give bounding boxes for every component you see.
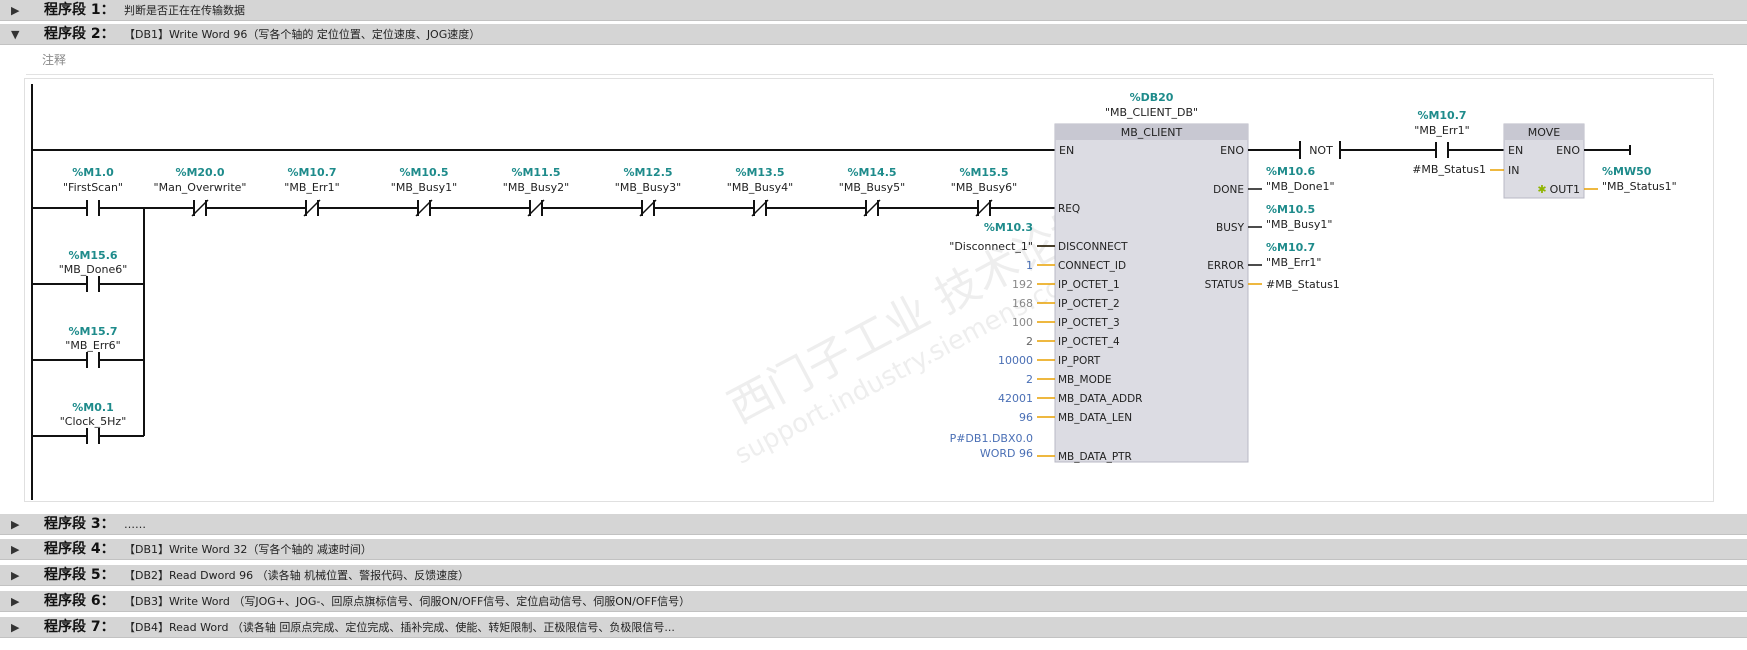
contact-address: %M10.7 xyxy=(287,166,336,179)
input-value: 100 xyxy=(1012,316,1033,329)
contact-address: %M10.5 xyxy=(399,166,448,179)
move-in-value: #MB_Status1 xyxy=(1412,163,1486,176)
segment-title: 程序段 3： xyxy=(44,516,115,532)
output-value: "MB_Busy1" xyxy=(1266,218,1332,231)
add-output-icon[interactable]: ✱ xyxy=(1537,183,1546,196)
contact-tag: "Clock_5Hz" xyxy=(60,415,127,428)
mb-client-title: MB_CLIENT xyxy=(1121,126,1183,139)
expand-arrow-icon[interactable]: ▶ xyxy=(11,591,19,612)
output-value: "MB_Done1" xyxy=(1266,180,1335,193)
input-pin-label: IP_OCTET_4 xyxy=(1058,336,1120,348)
contact-tag: "MB_Busy2" xyxy=(503,181,569,194)
input-value: 10000 xyxy=(998,354,1033,367)
segment-header-7[interactable]: ▶ 程序段 7： 【DB4】Read Word （读各轴 回原点完成、定位完成、… xyxy=(0,617,1747,638)
contact-address: %M15.7 xyxy=(68,325,117,338)
input-pin-label: MB_DATA_LEN xyxy=(1058,412,1132,424)
contact-address: %M1.0 xyxy=(72,166,114,179)
output-value: #MB_Status1 xyxy=(1266,278,1340,291)
input-pin-label: IP_PORT xyxy=(1058,355,1101,367)
segment-desc: …… xyxy=(124,518,146,531)
move-out-value: "MB_Status1" xyxy=(1602,180,1677,193)
contact-address: %M20.0 xyxy=(175,166,224,179)
input-value: P#DB1.DBX0.0 xyxy=(950,432,1033,445)
expand-arrow-icon[interactable]: ▶ xyxy=(11,539,19,560)
contact-tag: "MB_Done6" xyxy=(59,263,128,276)
segment-header-5[interactable]: ▶ 程序段 5： 【DB2】Read Dword 96 （读各轴 机械位置、警报… xyxy=(0,565,1747,586)
input-value: 2 xyxy=(1026,335,1033,348)
move-pin-in: IN xyxy=(1508,164,1519,177)
contact-address: %M15.6 xyxy=(68,249,117,262)
input-value: 42001 xyxy=(998,392,1033,405)
expand-arrow-icon[interactable]: ▶ xyxy=(11,617,19,638)
contact-tag: "MB_Err1" xyxy=(1414,124,1469,137)
contact-address: %M13.5 xyxy=(735,166,784,179)
input-value: 1 xyxy=(1026,259,1033,272)
output-pin-label: STATUS xyxy=(1205,279,1245,291)
contact-address: %M0.1 xyxy=(72,401,113,414)
move-pin-out1: OUT1 xyxy=(1550,183,1580,196)
output-address: %M10.7 xyxy=(1266,241,1315,254)
output-pin-label: BUSY xyxy=(1216,222,1245,234)
input-pin-label: IP_OCTET_2 xyxy=(1058,298,1120,310)
input-pin-label: MB_DATA_PTR xyxy=(1058,451,1132,463)
output-pin-label: DONE xyxy=(1213,184,1244,196)
move-title: MOVE xyxy=(1528,126,1560,139)
input-pin-label: IP_OCTET_1 xyxy=(1058,279,1120,291)
segment-header-4[interactable]: ▶ 程序段 4： 【DB1】Write Word 32（写各个轴的 减速时间） xyxy=(0,539,1747,560)
input-value: 96 xyxy=(1019,411,1033,424)
segment-desc: 【DB2】Read Dword 96 （读各轴 机械位置、警报代码、反馈速度） xyxy=(124,569,470,582)
input-value: 168 xyxy=(1012,297,1033,310)
move-pin-en: EN xyxy=(1508,144,1523,157)
input-pin-label: CONNECT_ID xyxy=(1058,260,1126,272)
contact-tag: "MB_Err6" xyxy=(65,339,120,352)
input-value: WORD 96 xyxy=(980,447,1033,460)
contact-address: %M15.5 xyxy=(959,166,1008,179)
contact-tag: "FirstScan" xyxy=(63,181,123,194)
contact-tag: "MB_Busy1" xyxy=(391,181,457,194)
input-value: "Disconnect_1" xyxy=(949,240,1033,253)
expand-arrow-icon[interactable]: ▶ xyxy=(11,514,19,535)
contact-tag: "MB_Busy4" xyxy=(727,181,793,194)
output-address: %M10.6 xyxy=(1266,165,1315,178)
contact-tag: "Man_Overwrite" xyxy=(154,181,247,194)
move-out-address: %MW50 xyxy=(1602,165,1652,178)
contact-address: %M11.5 xyxy=(511,166,560,179)
move-pin-eno: ENO xyxy=(1556,144,1580,157)
input-pin-label: DISCONNECT xyxy=(1058,241,1128,253)
output-pin-label: ERROR xyxy=(1207,260,1244,272)
not-label: NOT xyxy=(1309,144,1333,157)
expand-arrow-icon[interactable]: ▶ xyxy=(11,565,19,586)
segment-desc: 【DB4】Read Word （读各轴 回原点完成、定位完成、插补完成、使能、转… xyxy=(124,621,675,634)
contact-tag: "MB_Busy3" xyxy=(615,181,681,194)
segment-title: 程序段 4： xyxy=(44,541,115,557)
contact-address: %M10.7 xyxy=(1417,109,1466,122)
input-pin-label: REQ xyxy=(1058,203,1080,215)
output-address: %M10.5 xyxy=(1266,203,1315,216)
db-name: "MB_CLIENT_DB" xyxy=(1105,106,1198,119)
pin-eno: ENO xyxy=(1220,144,1244,157)
contact-tag: "MB_Err1" xyxy=(284,181,339,194)
input-value: 2 xyxy=(1026,373,1033,386)
contact-tag: "MB_Busy6" xyxy=(951,181,1017,194)
segment-title: 程序段 6： xyxy=(44,593,115,609)
input-pin-label: MB_DATA_ADDR xyxy=(1058,393,1142,405)
input-value: 192 xyxy=(1012,278,1033,291)
segment-title: 程序段 5： xyxy=(44,567,115,583)
contact-address: %M14.5 xyxy=(847,166,896,179)
input-pin-label: IP_OCTET_3 xyxy=(1058,317,1120,329)
contact-tag: "MB_Busy5" xyxy=(839,181,905,194)
input-pin-label: MB_MODE xyxy=(1058,374,1112,386)
db-address: %DB20 xyxy=(1130,91,1174,104)
output-value: "MB_Err1" xyxy=(1266,256,1321,269)
segment-title: 程序段 7： xyxy=(44,619,115,635)
input-address: %M10.3 xyxy=(984,221,1033,234)
segment-header-3[interactable]: ▶ 程序段 3： …… xyxy=(0,514,1747,535)
segment-desc: 【DB3】Write Word （写JOG+、JOG-、回原点旗标信号、伺服ON… xyxy=(124,595,691,608)
pin-en: EN xyxy=(1059,144,1074,157)
segment-header-6[interactable]: ▶ 程序段 6： 【DB3】Write Word （写JOG+、JOG-、回原点… xyxy=(0,591,1747,612)
segment-desc: 【DB1】Write Word 32（写各个轴的 减速时间） xyxy=(124,543,372,556)
contact-address: %M12.5 xyxy=(623,166,672,179)
